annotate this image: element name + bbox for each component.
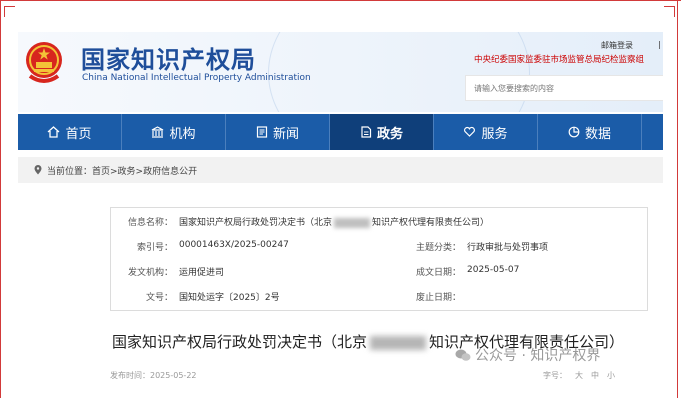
font-size-medium[interactable]: 中 xyxy=(591,371,599,380)
info-name-value-suffix: 知识产权代理有限责任公司） xyxy=(372,218,490,228)
info-name-label: 信息名称： xyxy=(127,218,173,228)
document-icon xyxy=(361,126,372,138)
nav-divider xyxy=(641,114,642,150)
font-size-large[interactable]: 大 xyxy=(575,371,583,380)
search-input[interactable] xyxy=(466,77,663,100)
breadcrumb-path[interactable]: 首页>政务>政府信息公开 xyxy=(92,164,197,177)
document-metadata-table: 信息名称： 国家知识产权局行政处罚决定书（北京 知识产权代理有限责任公司） 索引号… xyxy=(110,207,648,311)
nav-label-home: 首页 xyxy=(65,126,92,142)
expiry-date-label: 废止日期： xyxy=(415,293,461,303)
national-emblem-icon xyxy=(26,42,62,83)
publish-date-value: 2025-05-22 xyxy=(150,371,197,380)
info-name-value: 国家知识产权局行政处罚决定书（北京 知识产权代理有限责任公司） xyxy=(179,215,489,228)
frame-corner-top-right xyxy=(664,6,675,17)
wechat-watermark: 公众号 · 知识产权界 xyxy=(455,345,600,365)
nav-item-data[interactable]: 数据 xyxy=(538,114,641,150)
font-size-small[interactable]: 小 xyxy=(607,371,615,380)
nav-label-institution: 机构 xyxy=(169,126,196,142)
page-frame-left xyxy=(0,0,1,398)
publish-date-label: 发布时间： xyxy=(110,371,150,380)
nav-item-home[interactable]: 首页 xyxy=(18,114,121,150)
site-title-en: China National Intellectual Property Adm… xyxy=(82,73,311,83)
redacted-blur xyxy=(334,217,371,228)
issuing-org-label: 发文机构： xyxy=(127,268,173,278)
nav-item-news[interactable]: 新闻 xyxy=(226,114,329,150)
nav-item-institution[interactable]: 机构 xyxy=(122,114,225,150)
issuing-org-value: 运用促进司 xyxy=(179,268,225,278)
document-number-value: 国知处运字〔2025〕2号 xyxy=(179,293,280,303)
wechat-icon xyxy=(455,349,471,361)
heart-hand-icon xyxy=(464,126,476,137)
nav-label-services: 服务 xyxy=(481,126,508,142)
watermark-text: 公众号 · 知识产权界 xyxy=(475,348,601,364)
site-header: 国家知识产权局 China National Intellectual Prop… xyxy=(18,32,663,112)
discipline-inspection-link[interactable]: 中央纪委国家监委驻市场监管总局纪检监察组 xyxy=(474,53,644,65)
nav-label-government-affairs: 政务 xyxy=(376,126,403,142)
font-size-selector: 字号： 大中小 xyxy=(543,370,615,381)
document-title-prefix: 国家知识产权局行政处罚决定书（北京 xyxy=(112,333,368,351)
nav-label-data: 数据 xyxy=(584,126,611,142)
page-frame-top xyxy=(0,0,681,5)
index-number-label: 索引号： xyxy=(136,243,173,253)
page-frame-right xyxy=(677,0,678,398)
news-icon xyxy=(256,126,268,138)
publish-date: 发布时间：2025-05-22 xyxy=(110,370,197,381)
breadcrumb-prefix: 当前位置： xyxy=(47,166,93,177)
document-number-label: 文号： xyxy=(145,293,173,303)
font-size-label: 字号： xyxy=(543,371,567,380)
email-login-link[interactable]: 邮箱登录 xyxy=(601,40,633,51)
nav-item-services[interactable]: 服务 xyxy=(434,114,537,150)
index-number-value: 00001463X/2025-00247 xyxy=(179,240,289,250)
nav-item-government-affairs[interactable]: 政务 xyxy=(330,114,433,150)
header-separator: | xyxy=(658,40,661,49)
site-title-cn[interactable]: 国家知识产权局 xyxy=(81,40,256,75)
topic-value: 行政审批与处罚事项 xyxy=(467,243,549,253)
breadcrumb: 当前位置： 首页>政务>政府信息公开 xyxy=(18,157,663,183)
frame-corner-top-left xyxy=(4,6,15,17)
topic-label: 主题分类： xyxy=(415,243,461,253)
building-icon xyxy=(152,126,164,138)
nav-label-news: 新闻 xyxy=(272,126,299,142)
main-nav: 首页 机构 新闻 政务 服务 数据 xyxy=(18,114,663,150)
home-icon xyxy=(48,126,60,138)
search-box xyxy=(465,75,663,101)
location-pin-icon xyxy=(34,165,42,175)
pie-chart-icon xyxy=(568,126,580,138)
written-date-value: 2025-05-07 xyxy=(467,265,520,275)
info-name-value-prefix: 国家知识产权局行政处罚决定书（北京 xyxy=(179,218,333,228)
redacted-blur xyxy=(370,335,427,350)
written-date-label: 成文日期： xyxy=(415,268,461,278)
